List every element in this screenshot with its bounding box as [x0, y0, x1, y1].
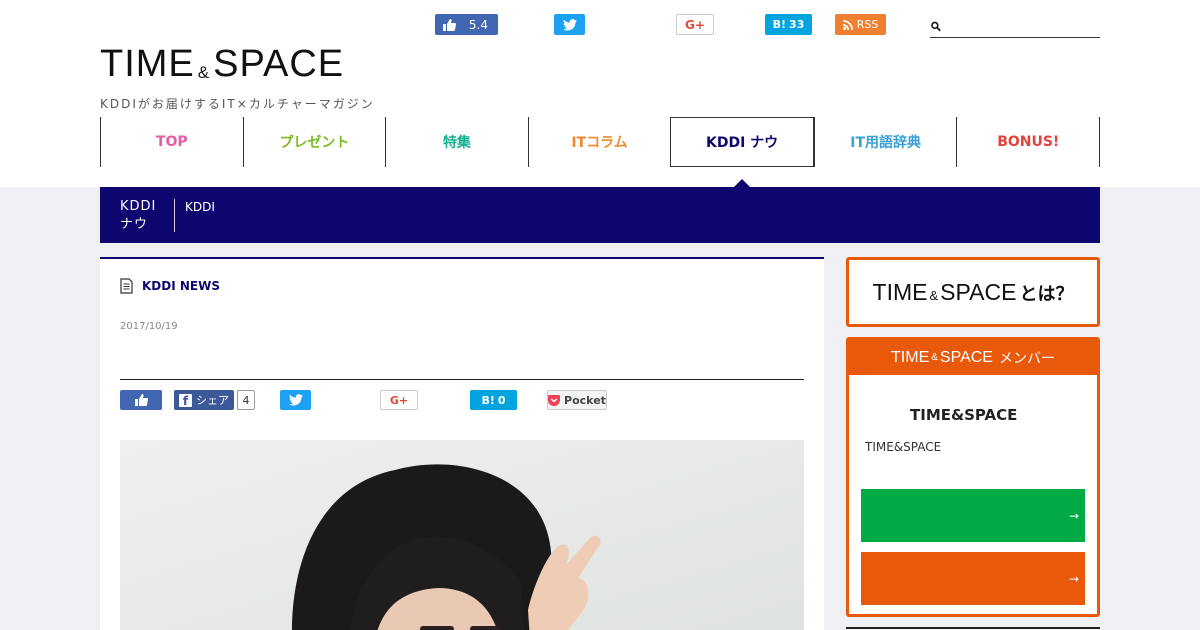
search-icon[interactable]	[931, 20, 941, 33]
section-title: KDDI NEWS	[142, 279, 220, 293]
nav-item-kddi-now[interactable]: KDDI ナウ	[670, 117, 814, 187]
site-header: TIME &SPACE KDDIがお届けするIT×カルチャーマガジン 5.4 G+…	[0, 0, 1200, 187]
article: KDDI NEWS 2017/10/19 f シェア 4 G+ B! 0 Poc…	[100, 257, 824, 630]
divider	[120, 379, 804, 380]
logo-tagline: KDDIがお届けするIT×カルチャーマガジン	[100, 97, 375, 111]
google-plus-icon: G+	[685, 17, 705, 32]
nav-item-label: プレゼント	[279, 135, 350, 151]
nav-item-top[interactable]: TOP	[100, 117, 243, 167]
member-description: TIME&SPACE	[865, 440, 942, 454]
facebook-share-button[interactable]: f シェア	[174, 390, 234, 410]
nav-item-feature[interactable]: 特集	[385, 117, 528, 167]
member-register-button[interactable]: →	[861, 489, 1085, 542]
twitter-icon	[562, 18, 577, 31]
breadcrumb[interactable]: KDDI	[185, 200, 215, 214]
rss-icon	[842, 19, 853, 30]
nav-item-label: BONUS!	[997, 134, 1060, 150]
google-plus-button[interactable]: G+	[676, 14, 714, 35]
member-box-header: TIME & SPACE メンバー	[849, 340, 1097, 375]
facebook-share-label: シェア	[196, 394, 229, 407]
site-logo[interactable]: TIME &SPACE KDDIがお届けするIT×カルチャーマガジン	[100, 44, 375, 112]
pocket-label: Pocket	[564, 393, 606, 407]
nav-item-label: 特集	[442, 135, 471, 151]
rss-label: RSS	[856, 18, 879, 31]
hero-photo	[120, 440, 804, 630]
nav-item-present[interactable]: プレゼント	[242, 117, 386, 167]
nav-item-label: TOP	[155, 134, 188, 150]
nav-item-bonus[interactable]: BONUS!	[956, 117, 1101, 167]
hatena-icon: B!	[481, 393, 495, 407]
search-box	[930, 16, 1100, 38]
category-bar: KDDI ナウ KDDI	[100, 187, 1100, 243]
category-label: KDDI ナウ	[120, 199, 157, 232]
about-banner[interactable]: TIME &SPACE とは？	[846, 257, 1100, 327]
hero-image	[120, 440, 804, 630]
category-divider	[174, 199, 175, 232]
about-title: TIME &SPACE とは？	[872, 278, 1074, 305]
section-heading: KDDI NEWS	[120, 278, 220, 294]
global-nav: TOP プレゼント 特集 ITコラム KDDI ナウ IT用語辞典 BONUS!	[100, 117, 1101, 187]
nav-item-label: IT用語辞典	[850, 135, 922, 151]
facebook-icon: f	[179, 393, 192, 407]
arrow-right-icon: →	[1068, 571, 1079, 586]
hatena-bookmark-button[interactable]: B! 33	[765, 14, 812, 35]
rss-button[interactable]: RSS	[835, 14, 886, 35]
publish-date: 2017/10/19	[120, 321, 178, 332]
sidebar-divider	[846, 627, 1100, 629]
like-count: 5.4	[468, 17, 488, 32]
pocket-icon	[548, 394, 561, 406]
facebook-like-button[interactable]	[120, 390, 162, 410]
twitter-icon	[288, 394, 303, 406]
google-plus-button[interactable]: G+	[380, 390, 418, 410]
hatena-icon: B!	[772, 18, 787, 31]
google-plus-icon: G+	[389, 393, 409, 407]
facebook-share-count: 4	[237, 390, 255, 410]
arrow-right-icon: →	[1068, 508, 1079, 523]
hatena-bookmark-button[interactable]: B! 0	[470, 390, 517, 410]
document-icon	[120, 278, 133, 294]
pocket-button[interactable]: Pocket	[547, 390, 607, 410]
nav-item-label: KDDI ナウ	[706, 135, 779, 151]
nav-item-it-glossary[interactable]: IT用語辞典	[813, 117, 957, 167]
member-login-button[interactable]: →	[861, 552, 1085, 605]
member-title: TIME&SPACE	[910, 406, 1018, 424]
member-box: TIME & SPACE メンバー TIME&SPACE TIME&SPACE → →	[846, 337, 1100, 617]
facebook-like-button[interactable]: 5.4	[435, 14, 498, 35]
twitter-share-button[interactable]	[280, 390, 311, 410]
thumbs-up-icon	[443, 18, 456, 31]
hatena-count: 0	[497, 393, 506, 407]
hatena-count: 33	[789, 18, 805, 31]
nav-item-label: ITコラム	[571, 135, 628, 151]
twitter-share-button[interactable]	[554, 14, 585, 35]
thumbs-up-icon	[134, 394, 148, 406]
logo-wordmark: TIME &SPACE	[100, 43, 345, 85]
search-input[interactable]	[945, 16, 1100, 37]
nav-item-it-column[interactable]: ITコラム	[527, 117, 671, 167]
